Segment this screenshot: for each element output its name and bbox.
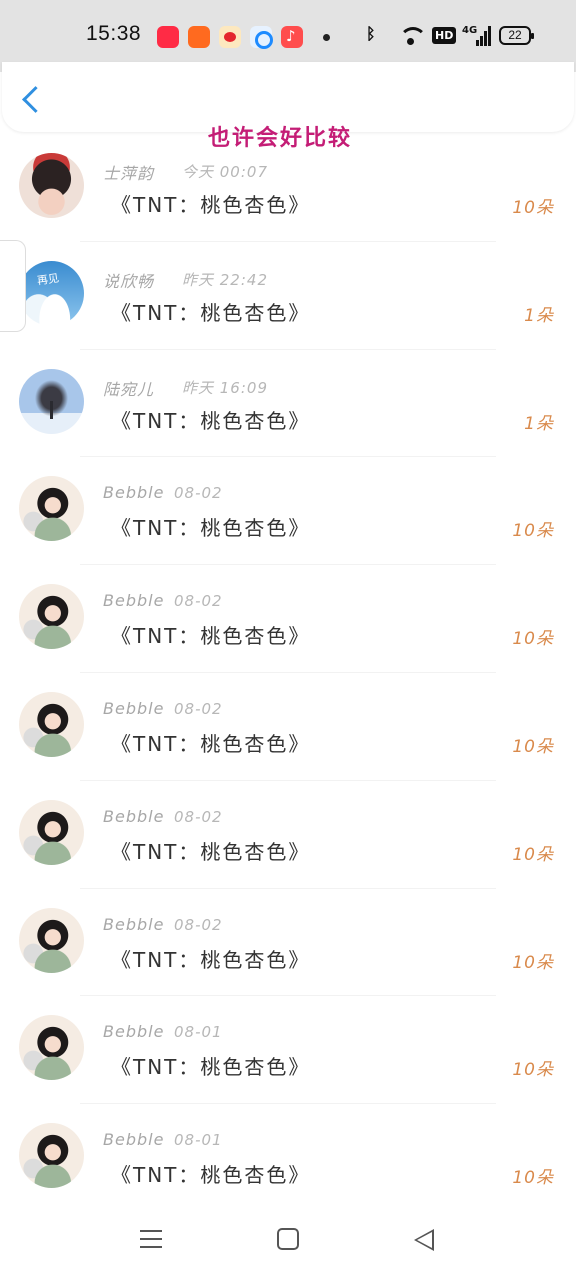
gift-count: 10朵	[512, 521, 554, 542]
gift-name: 《TNT：桃色杏色》	[111, 1055, 311, 1080]
avatar[interactable]	[19, 368, 84, 434]
battery-icon: 22	[499, 26, 534, 45]
gift-time: 08-02	[174, 592, 223, 611]
user-name[interactable]: 说欣畅	[103, 268, 154, 292]
status-time: 15:38	[86, 22, 142, 45]
avatar[interactable]	[19, 153, 84, 218]
gift-list-item[interactable]: Bebble 08-01 《TNT：桃色杏色》 10朵	[0, 1104, 576, 1212]
gift-name: 《TNT：桃色杏色》	[111, 839, 311, 864]
avatar[interactable]	[19, 260, 84, 326]
gift-list-item[interactable]: Bebble 08-01 《TNT：桃色杏色》 10朵	[0, 996, 576, 1105]
user-name[interactable]: Bebble	[103, 915, 164, 934]
user-name[interactable]: Bebble	[103, 591, 164, 610]
browser-app-icon	[250, 26, 273, 49]
gift-name: 《TNT：桃色杏色》	[111, 300, 311, 325]
signal-icon	[476, 26, 491, 46]
navigation-bar	[0, 1202, 576, 1280]
gift-list-item[interactable]: Bebble 08-02 《TNT：桃色杏色》 10朵	[0, 457, 576, 566]
user-name[interactable]: Bebble	[103, 483, 164, 502]
kuaishou-app-icon	[188, 26, 210, 48]
gift-list-item[interactable]: 士萍韵 今天 00:07 《TNT：桃色杏色》 10朵	[0, 134, 576, 242]
gift-name: 《TNT：桃色杏色》	[111, 947, 311, 972]
user-name[interactable]: Bebble	[103, 1130, 164, 1149]
avatar[interactable]	[19, 799, 84, 865]
more-notifications-icon	[323, 34, 330, 41]
gift-count: 1朵	[524, 413, 554, 434]
avatar[interactable]	[19, 584, 84, 650]
gift-name: 《TNT：桃色杏色》	[111, 1163, 311, 1188]
gift-count: 1朵	[524, 305, 554, 326]
user-name[interactable]: Bebble	[103, 699, 164, 718]
gift-count: 10朵	[512, 736, 554, 757]
gift-list-item[interactable]: 陆宛儿 昨天 16:09 《TNT：桃色杏色》 1朵	[0, 350, 576, 458]
bluetooth-icon: ᛒ	[366, 24, 376, 43]
back-arrow-icon[interactable]	[18, 84, 46, 118]
user-name[interactable]: 士萍韵	[103, 160, 154, 184]
avatar[interactable]	[19, 907, 84, 973]
avatar[interactable]	[19, 1123, 84, 1189]
gift-count: 10朵	[512, 952, 554, 973]
xiaohongshu-app-icon	[157, 26, 179, 48]
gift-time: 昨天 22:42	[182, 270, 268, 289]
hd-icon: HD	[432, 27, 457, 44]
gift-list-item[interactable]: Bebble 08-02 《TNT：桃色杏色》 10朵	[0, 673, 576, 781]
user-name[interactable]: 陆宛儿	[103, 376, 154, 400]
nav-back-icon[interactable]	[414, 1229, 434, 1251]
gift-count: 10朵	[512, 1168, 554, 1189]
gift-name: 《TNT：桃色杏色》	[111, 516, 311, 541]
gift-list-item[interactable]: 说欣畅 昨天 22:42 《TNT：桃色杏色》 1朵	[0, 242, 576, 350]
user-name[interactable]: Bebble	[103, 807, 164, 826]
gift-name: 《TNT：桃色杏色》	[111, 193, 311, 217]
gift-name: 《TNT：桃色杏色》	[111, 624, 311, 649]
gift-time: 08-02	[174, 484, 223, 503]
gift-time: 昨天 16:09	[182, 378, 268, 397]
user-name[interactable]: Bebble	[103, 1022, 164, 1041]
gift-count: 10朵	[512, 198, 554, 218]
gift-time: 08-02	[174, 807, 223, 826]
gift-list[interactable]: 士萍韵今天 00:07《TNT：桃色杏色》10朵说欣畅昨天 22:42《TNT：…	[0, 134, 576, 1212]
gift-name: 《TNT：桃色杏色》	[111, 408, 311, 433]
gift-time: 08-02	[174, 699, 223, 718]
gift-time: 08-01	[174, 1023, 223, 1042]
network-type-icon: 4G	[462, 25, 478, 36]
weibo-app-icon	[219, 26, 241, 48]
gift-time: 08-02	[174, 915, 223, 934]
side-drawer-handle[interactable]	[0, 240, 26, 332]
avatar[interactable]	[19, 476, 84, 542]
gift-count: 10朵	[512, 844, 554, 865]
avatar[interactable]	[19, 1015, 84, 1081]
menu-icon[interactable]	[140, 1228, 162, 1250]
gift-list-item[interactable]: Bebble 08-02 《TNT：桃色杏色》 10朵	[0, 565, 576, 673]
gift-count: 10朵	[512, 1060, 554, 1081]
gift-count: 10朵	[512, 629, 554, 650]
home-icon[interactable]	[277, 1228, 299, 1250]
gift-list-item[interactable]: Bebble 08-02 《TNT：桃色杏色》 10朵	[0, 889, 576, 997]
gift-time: 08-01	[174, 1131, 223, 1150]
gift-list-item[interactable]: Bebble 08-02 《TNT：桃色杏色》 10朵	[0, 781, 576, 889]
gift-name: 《TNT：桃色杏色》	[111, 731, 311, 756]
avatar[interactable]	[19, 691, 84, 757]
gift-time: 今天 00:07	[182, 163, 268, 181]
wifi-icon	[398, 24, 427, 48]
music-app-icon	[281, 26, 303, 48]
